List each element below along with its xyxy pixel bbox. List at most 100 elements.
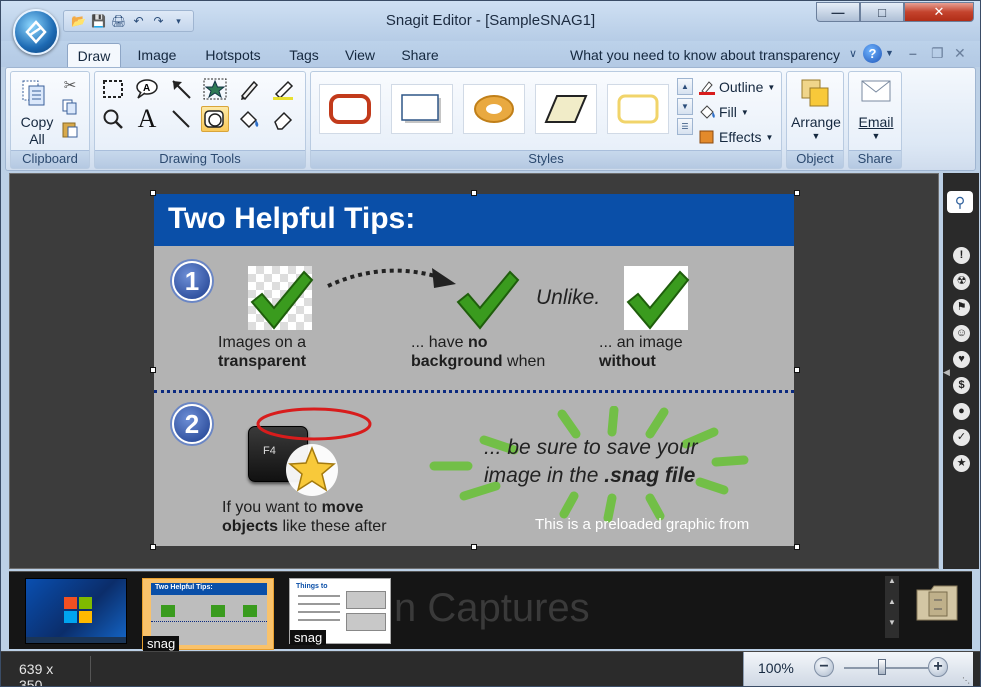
save-snag-line2-prefix: image in the [484, 464, 605, 487]
zoom-panel: 100% − + ⋱ [743, 652, 973, 686]
resize-handle-w[interactable] [150, 367, 156, 373]
tray-scrollbar[interactable]: ▲ ▲ ▼ [885, 576, 899, 638]
mdi-close-icon[interactable]: ✕ [954, 45, 966, 62]
help-dropdown-icon[interactable]: ▼ [885, 48, 894, 58]
arrange-label[interactable]: Arrange [787, 114, 845, 130]
style-parallelogram[interactable] [535, 84, 597, 134]
style-shadow-rect[interactable] [391, 84, 453, 134]
outline-button[interactable]: Outline ▼ [699, 77, 775, 97]
arrange-dropdown-icon[interactable]: ▼ [787, 131, 845, 141]
caption-no-background-prefix: ... have [411, 334, 464, 351]
tab-draw[interactable]: Draw [67, 43, 121, 67]
windows-logo-icon [64, 597, 92, 623]
sample-image[interactable]: Two Helpful Tips: 1 Unlike. Images on a … [154, 194, 794, 546]
callout-tool-icon[interactable]: A [133, 76, 161, 102]
flag-stamp-icon[interactable]: ⚑ [953, 299, 970, 316]
resize-handle-sw[interactable] [150, 544, 156, 550]
chevron-down-icon[interactable]: ∨ [849, 47, 857, 60]
mdi-minimize-icon[interactable]: – [909, 45, 917, 61]
green-check-icon [626, 270, 690, 330]
zoom-in-button[interactable]: + [928, 657, 948, 677]
styles-more-icon[interactable]: ☰ [677, 118, 693, 135]
alert-stamp-icon[interactable]: ! [953, 247, 970, 264]
tab-tags[interactable]: Tags [281, 43, 327, 67]
resize-handle-e[interactable] [794, 367, 800, 373]
eraser-tool-icon[interactable] [269, 106, 297, 132]
resize-handle-nw[interactable] [150, 190, 156, 196]
transparency-help-link[interactable]: What you need to know about transparency [570, 47, 840, 63]
zoom-slider-thumb[interactable] [878, 659, 886, 675]
paste-icon[interactable] [59, 118, 81, 140]
tray-scroll-down-icon[interactable]: ▼ [885, 618, 899, 627]
star-stamp-icon[interactable]: ★ [953, 455, 970, 472]
zoom-slider-track[interactable] [844, 667, 928, 669]
tab-hotspots[interactable]: Hotspots [195, 43, 271, 67]
tray-scroll-up-icon[interactable]: ▲ [885, 576, 899, 585]
resize-handle-se[interactable] [794, 544, 800, 550]
help-icon[interactable]: ? [863, 44, 882, 63]
caption-transparent-line1: Images on a [218, 334, 307, 351]
style-red-rounded-rect[interactable] [319, 84, 381, 134]
zoom-out-button[interactable]: − [814, 657, 834, 677]
library-folder-icon[interactable] [915, 582, 959, 622]
check-stamp-icon[interactable]: ✓ [953, 429, 970, 446]
style-glow-rect[interactable] [607, 84, 669, 134]
minimize-button[interactable]: — [816, 2, 860, 22]
effects-icon [699, 130, 714, 144]
tab-image[interactable]: Image [129, 43, 185, 67]
app-menu-orb[interactable] [13, 9, 59, 55]
email-label[interactable]: Email [849, 114, 903, 130]
tab-share[interactable]: Share [393, 43, 447, 67]
effects-label: Effects [719, 129, 762, 145]
stamp-tool-icon[interactable] [201, 76, 229, 102]
doc-title: Two Helpful Tips: [154, 194, 794, 246]
shape-tool-icon[interactable] [201, 106, 229, 132]
copy-all-icon[interactable] [19, 78, 49, 108]
styles-scroll-up-icon[interactable]: ▲ [677, 78, 693, 95]
mdi-restore-icon[interactable]: ❐ [931, 45, 944, 62]
cut-icon[interactable]: ✂ [59, 74, 81, 96]
email-dropdown-icon[interactable]: ▼ [849, 131, 903, 141]
copy-icon[interactable] [59, 96, 81, 118]
maximize-button[interactable]: □ [860, 2, 904, 22]
panel-collapse-icon[interactable]: ◀ [943, 367, 950, 378]
resize-handle-ne[interactable] [794, 190, 800, 196]
email-icon[interactable] [861, 78, 891, 104]
heart-stamp-icon[interactable]: ♥ [953, 351, 970, 368]
highlighter-tool-icon[interactable] [269, 76, 297, 102]
pin-stamp-icon[interactable]: ● [953, 403, 970, 420]
arrange-icon[interactable] [799, 76, 833, 110]
line-tool-icon[interactable] [167, 106, 195, 132]
styles-scroll-down-icon[interactable]: ▼ [677, 98, 693, 115]
text-tool-icon[interactable]: A [133, 104, 161, 133]
resize-grip-icon[interactable]: ⋱ [962, 676, 970, 685]
tab-view[interactable]: View [337, 43, 383, 67]
arrow-tool-icon[interactable] [167, 76, 195, 102]
search-icon[interactable]: ⚲ [947, 191, 973, 213]
capture-thumb-things[interactable]: Things to snag [289, 578, 391, 645]
tray-scroll-mid-icon[interactable]: ▲ [885, 597, 899, 606]
copy-all-label[interactable]: Copy All [15, 114, 59, 148]
resize-handle-s[interactable] [471, 544, 477, 550]
share-group-label: Share [849, 150, 901, 168]
smiley-stamp-icon[interactable]: ☺ [953, 325, 970, 342]
caption-objects-bold: objects [222, 518, 279, 535]
style-gold-ellipse[interactable] [463, 84, 525, 134]
capture-thumb-sample[interactable]: Two Helpful Tips: snag [142, 578, 274, 651]
resize-handle-n[interactable] [471, 190, 477, 196]
hazard-stamp-icon[interactable]: ☢ [953, 273, 970, 290]
fill-tool-icon[interactable] [235, 106, 263, 132]
zoom-tool-icon[interactable] [99, 106, 127, 132]
effects-button[interactable]: Effects ▼ [699, 127, 773, 147]
styles-group: ▲ ▼ ☰ Outline ▼ Fill ▼ Effects ▼ Styles [310, 71, 782, 169]
capture-thumb-desktop[interactable] [25, 578, 127, 644]
close-button[interactable]: ✕ [904, 2, 974, 22]
caption-move-bold: move [321, 499, 364, 516]
pen-tool-icon[interactable] [235, 76, 263, 102]
canvas-area[interactable]: Two Helpful Tips: 1 Unlike. Images on a … [9, 173, 939, 569]
fill-button[interactable]: Fill ▼ [699, 102, 749, 122]
dollar-stamp-icon[interactable]: $ [953, 377, 970, 394]
thumb-things-block [346, 613, 386, 631]
thumb-check [243, 605, 257, 617]
selection-tool-icon[interactable] [99, 76, 127, 102]
